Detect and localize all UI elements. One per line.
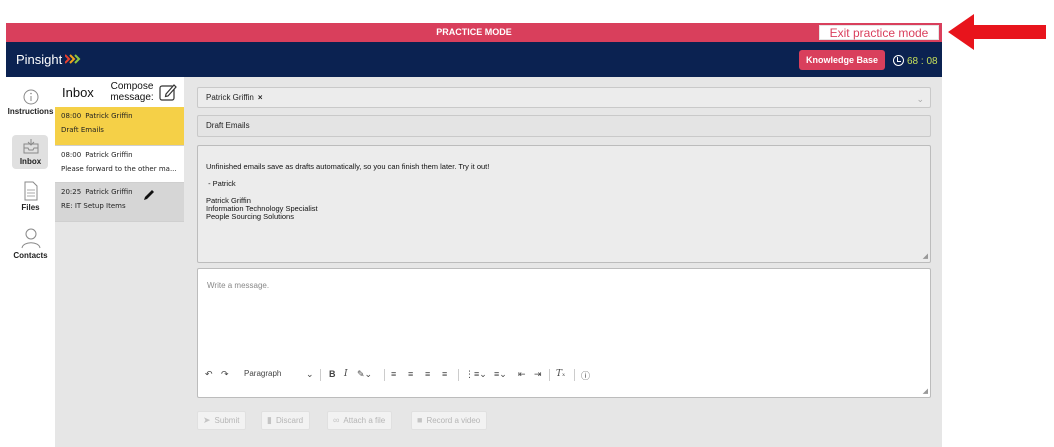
- timer-value: 68 : 08: [907, 56, 938, 67]
- redo-icon[interactable]: ↷: [221, 369, 229, 380]
- exit-practice-mode-button[interactable]: Exit practice mode: [819, 25, 939, 40]
- mail-subject: Draft Emails: [61, 126, 104, 134]
- quoted-message-body: Unfinished emails save as drafts automat…: [197, 145, 931, 263]
- draft-pencil-icon: [144, 190, 154, 200]
- submit-button[interactable]: ➤ Submit: [197, 411, 247, 430]
- pinsight-logo: Pinsight: [16, 52, 81, 67]
- timer: 68 : 08: [893, 53, 938, 67]
- body-line: Information Technology Specialist: [206, 204, 318, 213]
- toolbar-divider: [574, 369, 575, 381]
- remove-recipient-button[interactable]: ×: [258, 93, 263, 102]
- discard-label: Discard: [275, 416, 304, 425]
- mail-time: 20:25: [61, 188, 82, 196]
- nav-label-instructions: Instructions: [7, 107, 54, 116]
- nav-item-instructions[interactable]: Instructions: [6, 89, 55, 116]
- body-line: - Patrick: [206, 179, 236, 188]
- inbox-item-draft-emails[interactable]: 08:00 Patrick Griffin Draft Emails: [55, 107, 184, 146]
- top-bar: Pinsight Knowledge Base 68 : 08: [6, 42, 942, 77]
- body-line: People Sourcing Solutions: [206, 212, 294, 221]
- mail-sender: Patrick Griffin: [85, 151, 133, 159]
- clock-icon: [893, 55, 904, 66]
- nav-item-files[interactable]: Files: [6, 181, 55, 212]
- left-nav: Instructions Inbox Files Contacts: [6, 77, 55, 447]
- clear-formatting-icon[interactable]: Tₓ: [556, 369, 565, 379]
- editor-toolbar: ↶ ↷ Paragraph ⌄ B I ✎⌄ ≡ ≡ ≡ ≡ ⋮≡⌄ ≡⌄ ⇤ …: [198, 365, 930, 387]
- indent-icon[interactable]: ⇥: [534, 369, 542, 380]
- align-center-icon[interactable]: ≡: [408, 369, 413, 379]
- nav-item-inbox[interactable]: Inbox: [6, 139, 55, 166]
- inbox-header: Inbox Compose message:: [55, 77, 184, 107]
- toolbar-divider: [320, 369, 321, 381]
- recipient-chip: Patrick Griffin: [206, 93, 254, 102]
- toolbar-divider: [458, 369, 459, 381]
- align-justify-icon[interactable]: ≡: [442, 369, 447, 379]
- inbox-title: Inbox: [62, 85, 94, 100]
- message-panel: Patrick Griffin × ⌄ Draft Emails Unfinish…: [184, 77, 942, 447]
- knowledge-base-button[interactable]: Knowledge Base: [799, 50, 885, 70]
- red-arrow-icon: [948, 14, 1046, 50]
- submit-label: Submit: [214, 416, 240, 425]
- nav-label-inbox: Inbox: [19, 157, 42, 166]
- brand-name: Pinsight: [16, 52, 63, 67]
- nav-label-contacts: Contacts: [13, 251, 48, 260]
- resize-handle-icon[interactable]: ◢: [923, 387, 928, 395]
- paperclip-icon: ∞: [333, 415, 340, 425]
- brand-chevrons-icon: [64, 52, 81, 67]
- compose-icon[interactable]: [159, 83, 177, 101]
- undo-icon[interactable]: ↶: [205, 369, 213, 380]
- align-left-icon[interactable]: ≡: [391, 369, 396, 379]
- editor-placeholder: Write a message.: [207, 281, 270, 290]
- subject-field: Draft Emails: [197, 115, 931, 137]
- recipient-field[interactable]: Patrick Griffin × ⌄: [197, 87, 931, 108]
- mail-sender: Patrick Griffin: [85, 188, 133, 196]
- paragraph-select[interactable]: Paragraph: [244, 369, 281, 378]
- app-root: PRACTICE MODE Exit practice mode Pinsigh…: [0, 0, 1054, 447]
- compose-label: Compose message:: [110, 81, 154, 103]
- nav-label-files: Files: [21, 203, 40, 212]
- outdent-icon[interactable]: ⇤: [518, 369, 526, 380]
- mail-sender: Patrick Griffin: [85, 112, 133, 120]
- send-icon: ➤: [203, 415, 211, 425]
- italic-icon[interactable]: I: [344, 369, 348, 379]
- mail-subject: RE: IT Setup Items: [61, 202, 126, 210]
- resize-handle-icon[interactable]: ◢: [923, 252, 928, 260]
- numbered-list-icon[interactable]: ≡⌄: [494, 369, 507, 380]
- attach-file-button[interactable]: ∞ Attach a file: [327, 411, 393, 430]
- video-camera-icon: ■: [417, 415, 423, 425]
- practice-mode-title: PRACTICE MODE: [436, 27, 512, 37]
- inbox-panel: Inbox Compose message: 08:00 Patrick Grif…: [55, 77, 184, 447]
- practice-mode-banner: PRACTICE MODE Exit practice mode: [6, 23, 942, 42]
- mail-time: 08:00: [61, 151, 82, 159]
- chevron-down-icon[interactable]: ⌄: [306, 369, 314, 380]
- record-video-button[interactable]: ■ Record a video: [411, 411, 488, 430]
- message-editor[interactable]: Write a message. ↶ ↷ Paragraph ⌄ B I ✎⌄ …: [197, 268, 931, 398]
- bold-icon[interactable]: B: [329, 369, 336, 379]
- mail-time: 08:00: [61, 112, 82, 120]
- inbox-item-it-setup-draft[interactable]: 20:25 Patrick Griffin RE: IT Setup Items: [55, 183, 184, 222]
- help-icon[interactable]: ⓘ: [581, 369, 590, 382]
- inbox-item-forward[interactable]: 08:00 Patrick Griffin Please forward to t…: [55, 146, 184, 183]
- body-line: Unfinished emails save as drafts automat…: [206, 162, 490, 171]
- toolbar-divider: [549, 369, 550, 381]
- inbox-icon: [23, 139, 38, 154]
- trash-icon: ▮: [267, 415, 272, 425]
- toolbar-divider: [384, 369, 385, 381]
- attach-label: Attach a file: [343, 416, 386, 425]
- chevron-down-icon[interactable]: ⌄: [916, 90, 924, 109]
- nav-item-contacts[interactable]: Contacts: [6, 227, 55, 260]
- discard-button[interactable]: ▮ Discard: [261, 411, 311, 430]
- align-right-icon[interactable]: ≡: [425, 369, 430, 379]
- mail-subject: Please forward to the other ma...: [61, 165, 177, 173]
- record-label: Record a video: [426, 416, 481, 425]
- person-icon: [21, 228, 40, 249]
- info-icon: [23, 89, 38, 105]
- bullet-list-icon[interactable]: ⋮≡⌄: [465, 369, 487, 380]
- highlight-icon[interactable]: ✎⌄: [357, 369, 372, 380]
- file-icon: [24, 181, 37, 201]
